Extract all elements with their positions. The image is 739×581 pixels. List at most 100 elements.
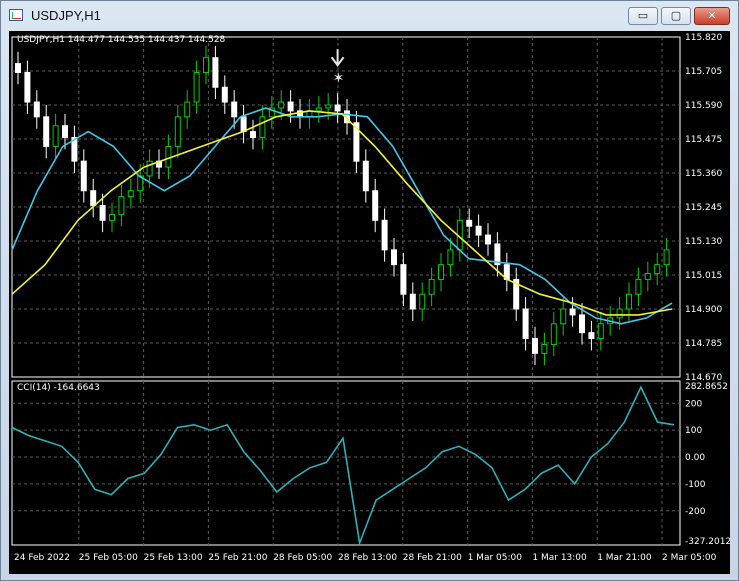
candle-body <box>325 104 332 109</box>
star-icon: ✶ <box>333 70 345 86</box>
title-bar[interactable]: USDJPY,H1 ▭ ▢ ✕ <box>1 1 738 31</box>
candle-body <box>475 225 482 236</box>
cci-axis-label: 200 <box>685 399 702 409</box>
cci-axis-label: -327.2012 <box>685 537 730 547</box>
chart-header: USDJPY,H1 144.477 144.535 144.437 144.52… <box>17 35 226 45</box>
candle-body <box>400 264 407 295</box>
down-arrow-icon <box>330 49 345 67</box>
candle-body <box>391 249 397 266</box>
candle-body <box>428 278 435 295</box>
candle-body <box>184 101 191 118</box>
price-axis-label: 115.590 <box>685 101 722 111</box>
candle-body <box>165 145 172 168</box>
candle-body <box>193 71 200 103</box>
cci-header: CCI(14) -164.6643 <box>17 383 100 393</box>
candle-body <box>635 278 642 295</box>
price-axis-label: 115.245 <box>685 203 722 213</box>
candle-body <box>447 249 454 266</box>
time-axis-label: 2 Mar 05:00 <box>662 553 717 563</box>
candle-body <box>362 160 369 192</box>
time-axis-label: 25 Feb 21:00 <box>208 553 267 563</box>
candle-body <box>127 190 134 198</box>
close-button[interactable]: ✕ <box>694 7 730 25</box>
price-axis-label: 115.705 <box>685 67 722 77</box>
time-axis-label: 25 Feb 13:00 <box>144 553 203 563</box>
time-axis-label: 25 Feb 05:00 <box>79 553 138 563</box>
candle-body <box>560 308 567 325</box>
candle-body <box>372 190 379 221</box>
price-chart-canvas[interactable]: 115.820 115.705 115.590 115.475 115.360 115.2… <box>9 31 730 574</box>
candle-body <box>99 205 106 221</box>
candle-body <box>381 219 388 251</box>
slow-ma-line <box>11 110 673 316</box>
candle-body <box>109 213 115 221</box>
candle-body <box>250 131 256 139</box>
candle-body <box>419 293 426 310</box>
candle-body <box>33 101 40 118</box>
price-axis-label: 114.785 <box>685 339 722 349</box>
candle-body <box>579 314 585 334</box>
cci-axis-label: 0.00 <box>685 453 705 463</box>
maximize-button[interactable]: ▢ <box>661 7 691 25</box>
candle-body <box>240 116 247 133</box>
time-axis-label: 28 Feb 05:00 <box>273 553 332 563</box>
candle-body <box>541 343 548 354</box>
candle-body <box>259 116 266 139</box>
candle-body <box>43 116 50 147</box>
candle-body <box>212 57 219 88</box>
price-axis-label: 115.130 <box>685 237 722 247</box>
chart-area[interactable]: 115.820 115.705 115.590 115.475 115.360 115.2… <box>9 31 730 574</box>
chart-window-icon <box>9 9 23 21</box>
candle-body <box>569 308 576 316</box>
candle-body <box>626 293 632 310</box>
candle-body <box>485 234 491 245</box>
minimize-button[interactable]: ▭ <box>628 7 658 25</box>
candle-body <box>118 196 125 215</box>
candle-body <box>315 107 322 112</box>
cci-line <box>11 385 675 547</box>
candle-body <box>287 101 294 112</box>
time-axis-label: 28 Feb 21:00 <box>403 553 462 563</box>
candle-body <box>278 101 285 109</box>
time-axis-label: 24 Feb 2022 <box>14 553 70 563</box>
candle-body <box>52 125 59 147</box>
candle-body <box>532 338 538 354</box>
candle-body <box>15 63 21 73</box>
candle-body <box>466 219 473 227</box>
chart-window: USDJPY,H1 ▭ ▢ ✕ 115.820 115.705 115.590 115… <box>0 0 739 581</box>
candle-body <box>203 57 209 73</box>
cci-axis-label: 282.8652 <box>685 382 728 392</box>
candle-body <box>522 308 529 340</box>
candle-body <box>334 104 341 112</box>
candle-body <box>644 273 651 280</box>
price-axis-label: 115.475 <box>685 135 722 145</box>
candle-body <box>409 293 416 310</box>
price-axis-label: 115.360 <box>685 169 722 179</box>
candle-body <box>231 101 238 118</box>
candle-body <box>90 190 97 207</box>
time-axis-label: 1 Mar 05:00 <box>468 553 523 563</box>
candle-body <box>663 249 670 266</box>
price-axis-label: 115.015 <box>685 271 722 281</box>
time-axis-label: 1 Mar 21:00 <box>597 553 652 563</box>
candle-body <box>550 323 557 345</box>
price-axis-label: 114.900 <box>685 305 722 315</box>
candle-body <box>62 125 68 139</box>
cci-axis-label: 100 <box>685 426 702 436</box>
cci-axis-label: -200 <box>685 507 706 517</box>
candle-body <box>80 160 87 192</box>
time-axis-label: 1 Mar 13:00 <box>532 553 587 563</box>
price-axis-label: 115.820 <box>685 33 722 43</box>
candle-body <box>588 332 595 340</box>
candle-body <box>438 264 444 280</box>
candle-body <box>146 160 153 177</box>
time-axis-label: 28 Feb 13:00 <box>338 553 397 563</box>
candle-body <box>24 71 31 103</box>
candle-body <box>616 308 623 319</box>
window-title: USDJPY,H1 <box>31 8 101 23</box>
candle-body <box>654 264 661 275</box>
candle-body <box>221 86 228 103</box>
candle-body <box>597 323 604 340</box>
candle-body <box>174 116 181 147</box>
cci-axis-label: -100 <box>685 480 706 490</box>
